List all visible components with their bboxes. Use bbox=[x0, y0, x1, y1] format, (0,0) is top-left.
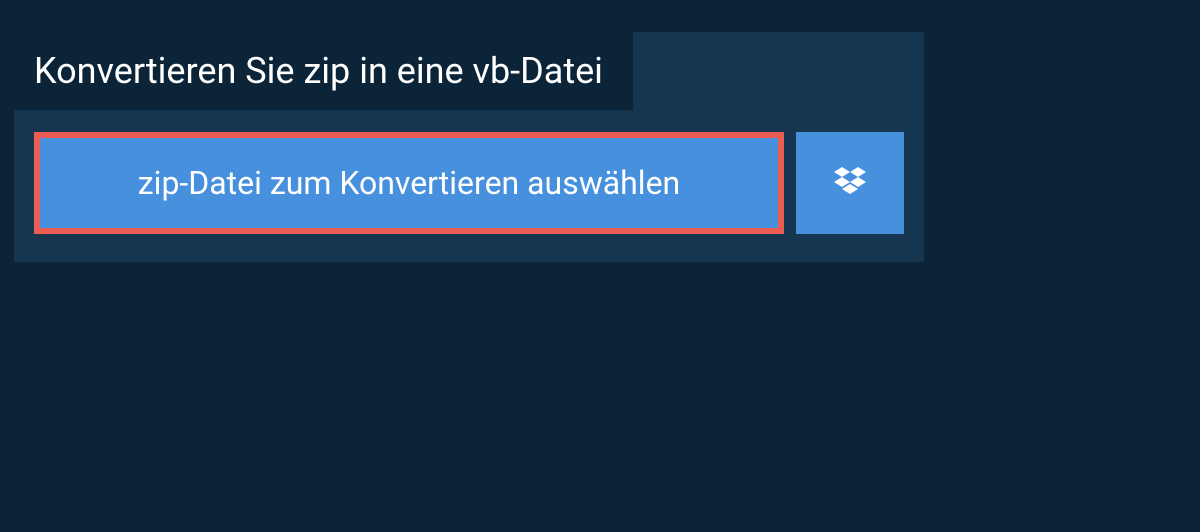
select-file-button[interactable]: zip-Datei zum Konvertieren auswählen bbox=[34, 132, 784, 234]
dropbox-icon bbox=[830, 163, 870, 203]
page-title: Konvertieren Sie zip in eine vb-Datei bbox=[34, 50, 603, 92]
title-bar: Konvertieren Sie zip in eine vb-Datei bbox=[14, 32, 633, 110]
select-file-label: zip-Datei zum Konvertieren auswählen bbox=[138, 164, 680, 202]
button-row: zip-Datei zum Konvertieren auswählen bbox=[14, 110, 924, 262]
dropbox-button[interactable] bbox=[796, 132, 904, 234]
converter-panel: Konvertieren Sie zip in eine vb-Datei zi… bbox=[14, 32, 924, 262]
